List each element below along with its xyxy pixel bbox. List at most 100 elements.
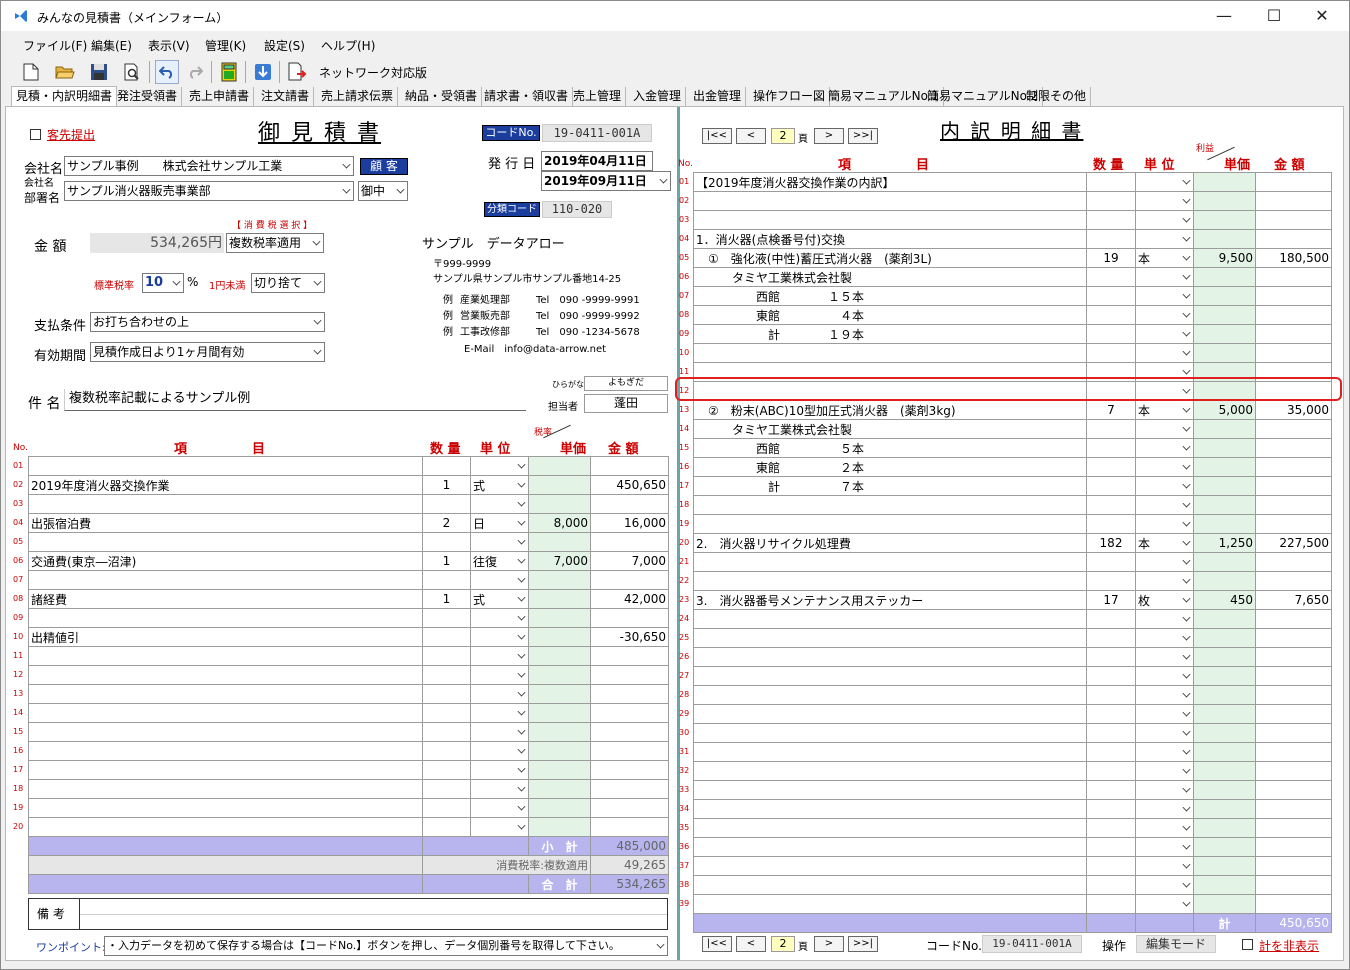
item-cell[interactable]: 計 ７本: [693, 476, 1087, 496]
chevron-down-icon[interactable]: [1182, 765, 1191, 774]
chevron-down-icon[interactable]: [1182, 328, 1191, 337]
amount-cell[interactable]: [1255, 799, 1332, 819]
amount-cell[interactable]: [590, 532, 669, 552]
price-cell[interactable]: [1193, 343, 1256, 363]
chevron-down-icon[interactable]: [517, 498, 526, 507]
chevron-down-icon[interactable]: [517, 669, 526, 678]
download-icon[interactable]: [251, 60, 275, 84]
item-cell[interactable]: 交通費(東京―沼津): [28, 551, 423, 571]
chevron-down-icon[interactable]: [1182, 879, 1191, 888]
item-cell[interactable]: [693, 628, 1087, 648]
unit-select[interactable]: 日: [470, 513, 529, 533]
price-cell[interactable]: [1193, 514, 1256, 534]
chevron-down-icon[interactable]: [1182, 290, 1191, 299]
item-cell[interactable]: 1．消火器(点検番号付)交換: [693, 229, 1087, 249]
item-cell[interactable]: [693, 780, 1087, 800]
unit-select[interactable]: [1135, 438, 1194, 458]
qty-cell[interactable]: 182: [1086, 533, 1136, 553]
unit-select[interactable]: 枚: [1135, 590, 1194, 610]
chevron-down-icon[interactable]: [1182, 461, 1191, 470]
price-cell[interactable]: [1193, 742, 1256, 762]
unit-select[interactable]: [470, 456, 529, 476]
amount-cell[interactable]: [1255, 495, 1332, 515]
amount-cell[interactable]: [1255, 229, 1332, 249]
price-cell[interactable]: 7,000: [528, 551, 591, 571]
item-cell[interactable]: [693, 799, 1087, 819]
qty-cell[interactable]: [1086, 628, 1136, 648]
amount-cell[interactable]: 7,650: [1255, 590, 1332, 610]
price-cell[interactable]: [1193, 324, 1256, 344]
chevron-down-icon[interactable]: [1182, 499, 1191, 508]
chevron-down-icon[interactable]: [1182, 784, 1191, 793]
item-cell[interactable]: 東館 ４本: [693, 305, 1087, 325]
nav-last-button-bottom[interactable]: >>|: [848, 936, 878, 952]
amount-cell[interactable]: [1255, 894, 1332, 914]
chevron-down-icon[interactable]: [517, 631, 526, 640]
price-cell[interactable]: [1193, 191, 1256, 211]
qty-cell[interactable]: [422, 627, 471, 647]
amount-cell[interactable]: [1255, 628, 1332, 648]
qty-cell[interactable]: [1086, 210, 1136, 230]
item-cell[interactable]: [28, 684, 423, 704]
nav-first-button[interactable]: |<<: [702, 128, 732, 144]
tab-expense-management[interactable]: 出金管理: [689, 87, 747, 106]
redo-icon[interactable]: [183, 60, 207, 84]
nav-first-button-bottom[interactable]: |<<: [702, 936, 732, 952]
qty-cell[interactable]: [1086, 780, 1136, 800]
amount-cell[interactable]: [1255, 286, 1332, 306]
chevron-down-icon[interactable]: [1182, 727, 1191, 736]
item-cell[interactable]: [693, 571, 1087, 591]
std-rate-select[interactable]: 10: [142, 273, 184, 293]
amount-cell[interactable]: 16,000: [590, 513, 669, 533]
subject-input[interactable]: 複数税率記載によるサンプル例: [64, 389, 526, 411]
qty-cell[interactable]: [1086, 514, 1136, 534]
item-cell[interactable]: タミヤ工業株式会社製: [693, 267, 1087, 287]
unit-select[interactable]: [470, 646, 529, 666]
unit-select[interactable]: [1135, 552, 1194, 572]
unit-select[interactable]: [470, 722, 529, 742]
item-cell[interactable]: [693, 666, 1087, 686]
chevron-down-icon[interactable]: [1182, 480, 1191, 489]
chevron-down-icon[interactable]: [1182, 632, 1191, 641]
issue-date-field[interactable]: 2019年04月11日: [541, 151, 653, 171]
tab-sales-invoice-slip[interactable]: 売上請求伝票: [317, 87, 399, 106]
chevron-down-icon[interactable]: [517, 536, 526, 545]
qty-cell[interactable]: [1086, 818, 1136, 838]
pay-select[interactable]: お打ち合わせの上: [90, 312, 325, 332]
amount-cell[interactable]: [1255, 172, 1332, 192]
qty-cell[interactable]: [1086, 172, 1136, 192]
unit-select[interactable]: [470, 817, 529, 837]
nav-last-button[interactable]: >>|: [848, 128, 878, 144]
tab-order-receipt[interactable]: 発注受領書: [113, 87, 183, 106]
price-cell[interactable]: [1193, 723, 1256, 743]
price-cell[interactable]: [1193, 495, 1256, 515]
item-cell[interactable]: [693, 210, 1087, 230]
amount-cell[interactable]: [1255, 666, 1332, 686]
unit-select[interactable]: [470, 570, 529, 590]
amount-cell[interactable]: [590, 494, 669, 514]
save-icon[interactable]: [87, 60, 111, 84]
close-icon[interactable]: ✕: [1299, 1, 1345, 31]
unit-select[interactable]: [470, 760, 529, 780]
price-cell[interactable]: [1193, 628, 1256, 648]
price-cell[interactable]: 450: [1193, 590, 1256, 610]
unit-select[interactable]: [1135, 609, 1194, 629]
qty-cell[interactable]: [1086, 704, 1136, 724]
amount-cell[interactable]: [1255, 514, 1332, 534]
item-cell[interactable]: [28, 722, 423, 742]
amount-cell[interactable]: [1255, 324, 1332, 344]
nav-prev-button-bottom[interactable]: <: [736, 936, 766, 952]
price-cell[interactable]: [528, 570, 591, 590]
unit-select[interactable]: 本: [1135, 400, 1194, 420]
unit-select[interactable]: [470, 798, 529, 818]
item-cell[interactable]: [28, 779, 423, 799]
chevron-down-icon[interactable]: [1182, 670, 1191, 679]
item-cell[interactable]: [28, 456, 423, 476]
item-cell[interactable]: 西館 １５本: [693, 286, 1087, 306]
qty-cell[interactable]: [1086, 324, 1136, 344]
price-cell[interactable]: [528, 456, 591, 476]
item-cell[interactable]: ② 粉末(ABC)10型加圧式消火器 (薬剤3kg): [693, 400, 1087, 420]
item-cell[interactable]: [28, 646, 423, 666]
qty-cell[interactable]: [1086, 191, 1136, 211]
hide-total-label[interactable]: 計を非表示: [1259, 937, 1319, 954]
